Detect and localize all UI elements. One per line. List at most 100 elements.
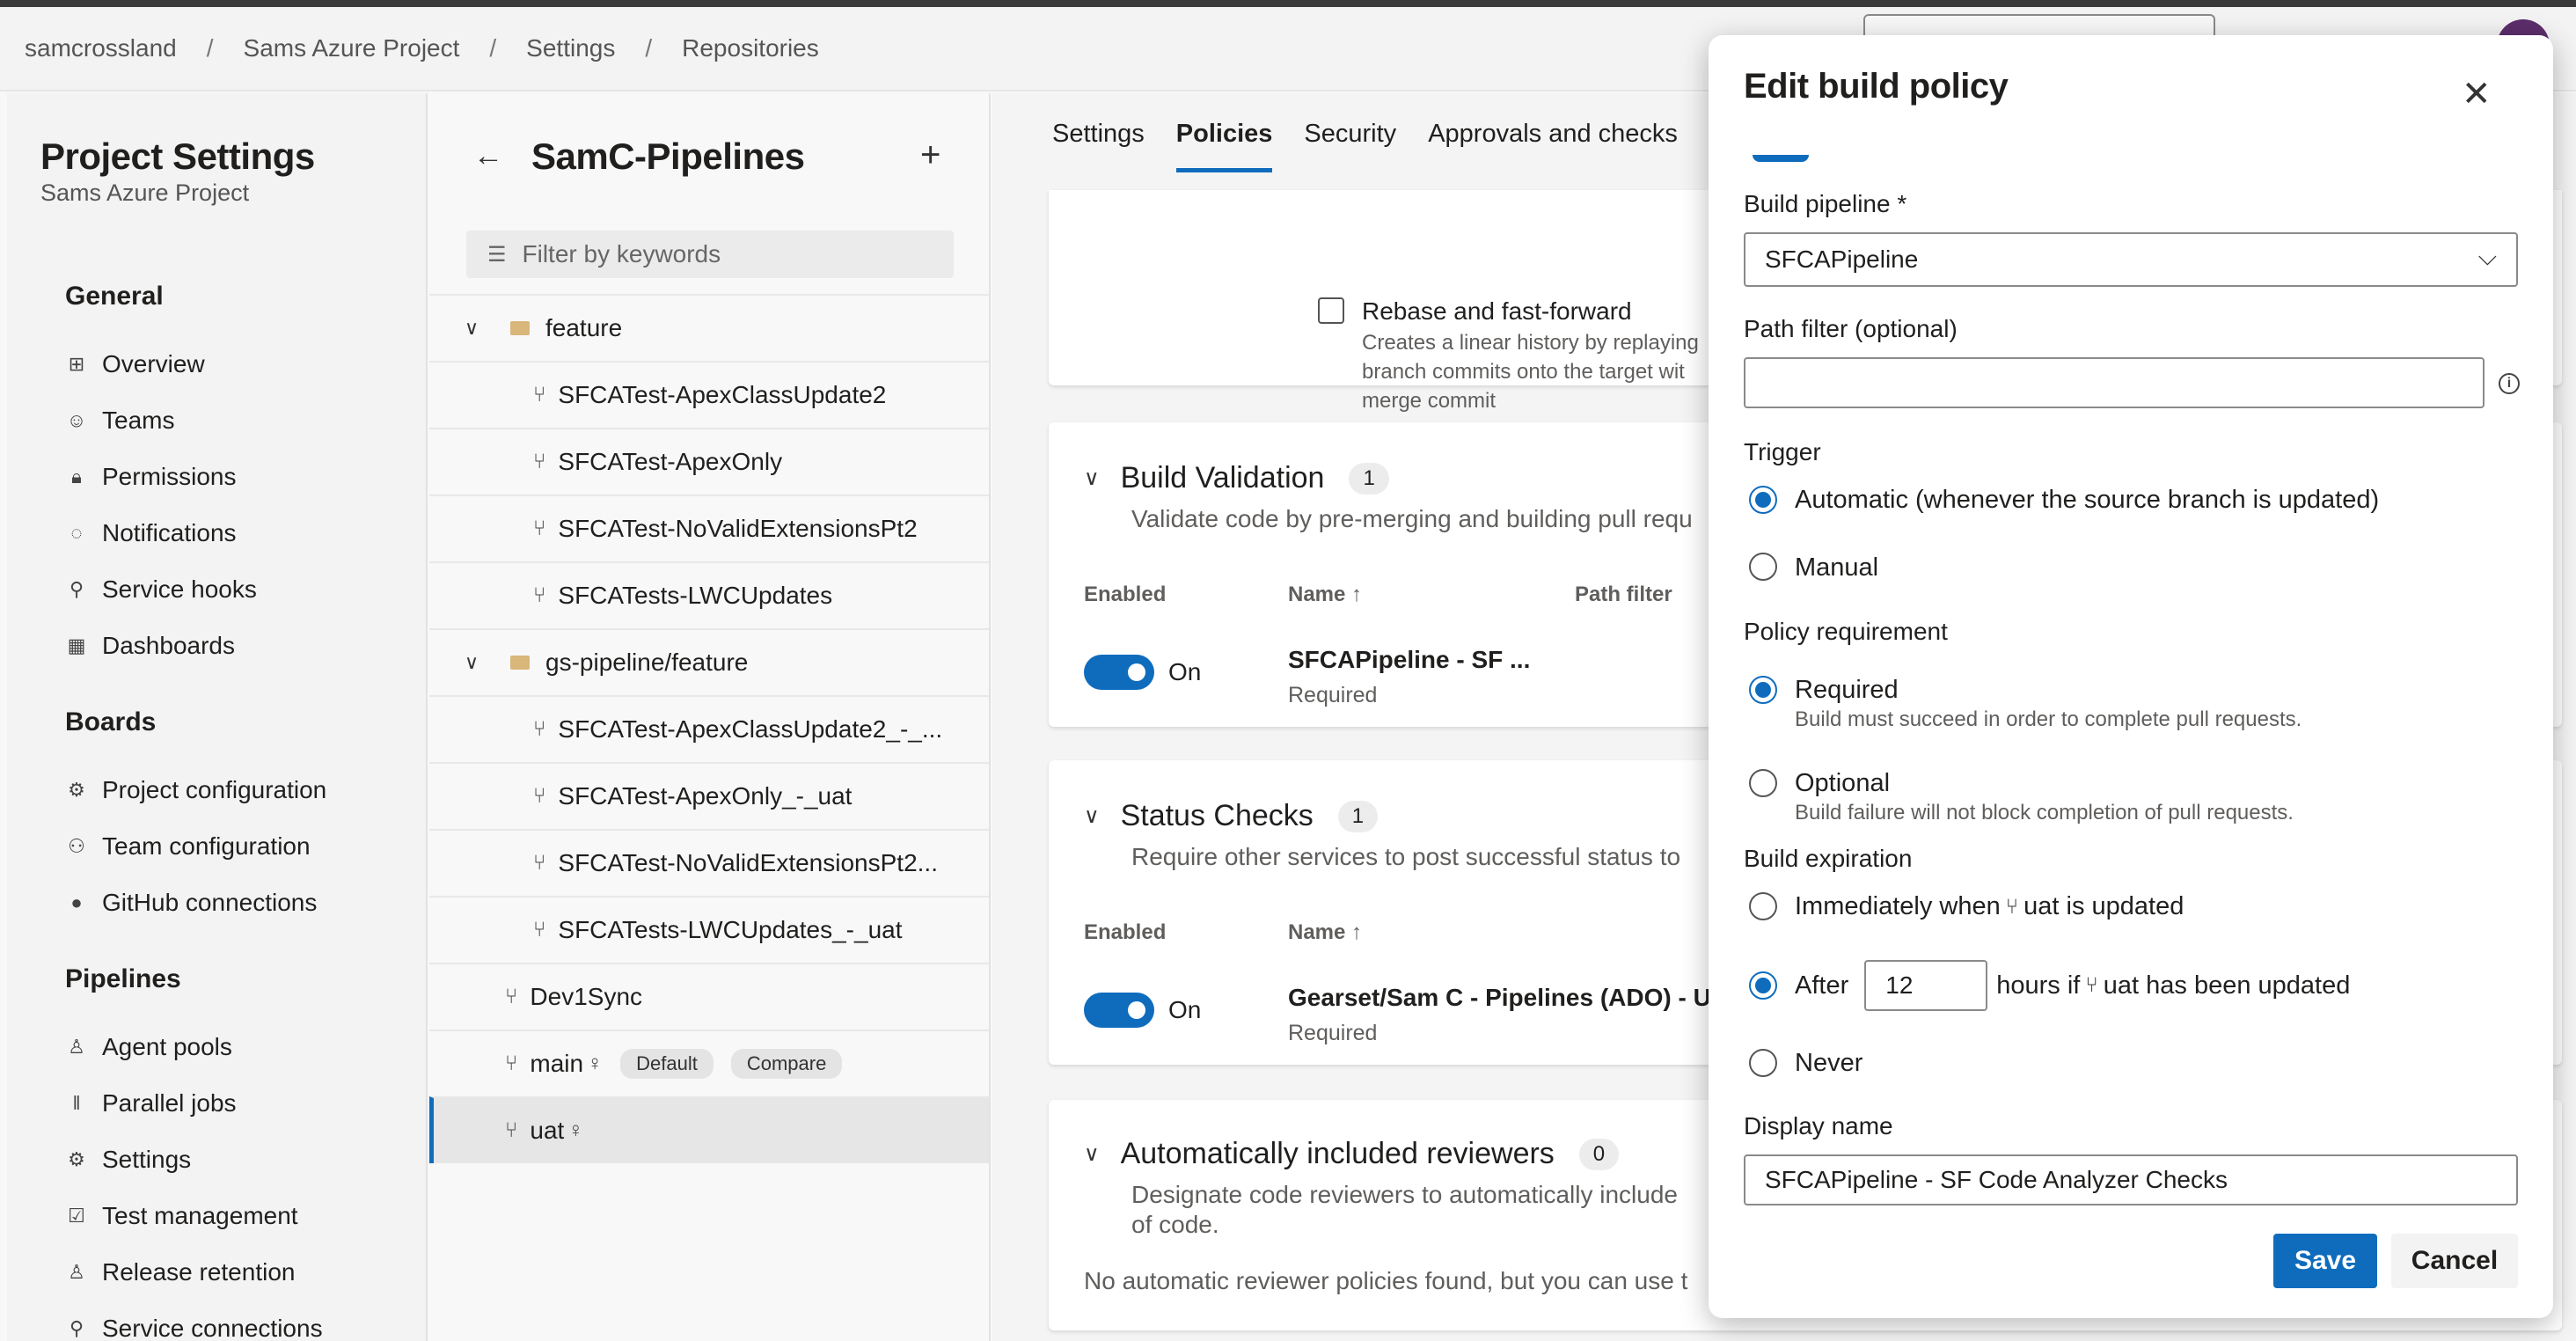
tree-folder-gs-pipeline[interactable]: ∨ gs-pipeline/feature [429,628,989,695]
trigger-manual-radio[interactable] [1749,553,1777,581]
nav-item-release-retention[interactable]: ♙ Release retention [65,1246,295,1299]
build-policy-name[interactable]: SFCAPipeline - SF ... [1288,646,1530,674]
expiration-immediately-label: Immediately when ⑂ uat is updated [1795,892,2184,920]
branch-icon: ⑂ [505,1118,518,1142]
plug-icon: ⚲ [69,578,84,600]
nav-item-project-configuration[interactable]: ⚙ Project configuration [65,764,326,817]
trigger-automatic-label: Automatic (whenever the source branch is… [1795,486,2380,514]
close-icon[interactable]: ✕ [2462,74,2492,114]
build-validation-desc: Validate code by pre-merging and buildin… [1131,505,1693,532]
chevron-down-icon: ∨ [465,317,479,339]
toggle-state: On [1168,658,1202,685]
expiration-never-label: Never [1795,1049,1863,1077]
tab-approvals[interactable]: Approvals and checks [1428,120,1678,172]
expiration-never-radio[interactable] [1749,1049,1777,1077]
tree-branch-main[interactable]: ⑂ main ♀ Default Compare [429,1030,989,1096]
col-name[interactable]: Name ↑ [1288,920,1362,945]
compare-tag[interactable]: Compare [730,1049,843,1079]
col-name[interactable]: Name ↑ [1288,583,1362,607]
display-name-input[interactable]: SFCAPipeline - SF Code Analyzer Checks [1744,1154,2518,1205]
rebase-checkbox[interactable] [1318,297,1344,324]
nav-item-agent-pools[interactable]: ♙ Agent pools [65,1021,232,1074]
reviewers-header[interactable]: ∨ Automatically included reviewers 0 [1084,1137,1620,1171]
breadcrumb-org[interactable]: samcrossland [25,34,177,62]
tree-branch-row[interactable]: ⑂ SFCATest-NoValidExtensionsPt2... [429,829,989,896]
config-icon: ⚙ [68,779,85,801]
repository-title: SamC-Pipelines [531,136,805,177]
build-pipeline-select[interactable]: SFCAPipeline ⌵ [1744,232,2518,287]
trigger-label: Trigger [1744,438,1821,465]
expiration-immediately-radio[interactable] [1749,892,1777,920]
reviewers-desc: Designate code reviewers to automaticall… [1131,1181,1678,1208]
tab-settings[interactable]: Settings [1052,120,1145,172]
tab-policies[interactable]: Policies [1175,120,1273,172]
save-button[interactable]: Save [2273,1234,2377,1288]
tree-branch-row[interactable]: ⑂ SFCATest-ApexClassUpdate2 [429,361,989,428]
nav-item-github-connections[interactable]: ● GitHub connections [65,876,317,929]
lock-icon: 🔒︎ [71,465,82,487]
nav-item-permissions[interactable]: 🔒︎ Permissions [65,451,236,503]
nav-item-test-management[interactable]: ☑ Test management [65,1190,297,1242]
chevron-down-icon: ∨ [1084,1142,1100,1166]
chevron-down-icon: ⌵ [2477,243,2497,270]
status-check-name[interactable]: Gearset/Sam C - Pipelines (ADO) - U [1288,984,1711,1012]
grid-icon: ⊞ [68,353,85,375]
branch-icon: ⑂ [505,1052,518,1075]
trigger-automatic-radio[interactable] [1749,486,1777,514]
filter-icon: ☰ [487,242,507,267]
add-branch-icon[interactable]: + [920,136,940,175]
rebase-label: Rebase and fast-forward [1362,297,1632,325]
tree-branch-uat[interactable]: ⑂ uat ♀ [429,1096,989,1163]
branch-icon: ⑂ [533,784,546,808]
info-icon[interactable]: i [2499,373,2520,394]
build-validation-header[interactable]: ∨ Build Validation 1 [1084,461,1389,495]
window-top-edge [0,0,2576,7]
nav-item-notifications[interactable]: ◌ Notifications [65,507,236,560]
col-path-filter: Path filter [1575,583,1672,606]
toggle-state: On [1168,996,1202,1023]
nav-item-team-configuration[interactable]: ⚇ Team configuration [65,820,310,873]
breadcrumb-project[interactable]: Sams Azure Project [244,34,460,62]
optional-radio[interactable] [1749,769,1777,797]
page-subtitle: Sams Azure Project [40,180,250,206]
tab-security[interactable]: Security [1304,120,1396,172]
edit-build-policy-panel: Edit build policy ✕ Build pipeline * SFC… [1709,35,2553,1318]
tree-branch-row[interactable]: ⑂ SFCATests-LWCUpdates [429,561,989,628]
tree-branch-dev1sync[interactable]: ⑂ Dev1Sync [429,963,989,1030]
nav-item-teams[interactable]: ☺ Teams [65,394,175,447]
status-checks-desc: Require other services to post successfu… [1131,843,1681,870]
nav-item-service-hooks[interactable]: ⚲ Service hooks [65,563,257,616]
build-policy-status: Required [1288,683,1378,707]
tree-branch-row[interactable]: ⑂ SFCATest-ApexOnly [429,428,989,495]
cancel-button[interactable]: Cancel [2391,1234,2518,1288]
required-radio[interactable] [1749,676,1777,704]
expiration-after-radio[interactable] [1749,971,1777,1000]
tree-branch-row[interactable]: ⑂ SFCATest-NoValidExtensionsPt2 [429,495,989,561]
status-check-toggle[interactable] [1084,993,1154,1028]
branch-icon: ⑂ [533,383,546,407]
count-badge: 1 [1337,800,1379,832]
breadcrumb-settings[interactable]: Settings [526,34,615,62]
path-filter-input[interactable] [1744,357,2485,408]
col-enabled: Enabled [1084,920,1167,944]
tree-branch-row[interactable]: ⑂ SFCATests-LWCUpdates_-_uat [429,896,989,963]
branch-icon: ⑂ [533,517,546,540]
nav-item-overview[interactable]: ⊞ Overview [65,338,205,391]
nav-item-parallel-jobs[interactable]: ‖ Parallel jobs [65,1077,236,1130]
panel-title: Edit build policy [1744,67,2009,106]
tree-branch-row[interactable]: ⑂ SFCATest-ApexClassUpdate2_-_... [429,695,989,762]
gear-icon: ⚙ [68,1148,85,1170]
status-checks-header[interactable]: ∨ Status Checks 1 [1084,799,1379,833]
build-policy-toggle[interactable] [1084,655,1154,690]
chevron-down-icon: ∨ [1084,466,1100,490]
hours-input[interactable]: 12 [1864,960,1988,1011]
nav-item-dashboards[interactable]: ▦ Dashboards [65,619,235,672]
branch-icon: ⑂ [533,583,546,607]
nav-item-service-connections[interactable]: ⚲ Service connections [65,1302,323,1341]
tree-branch-row[interactable]: ⑂ SFCATest-ApexOnly_-_uat [429,762,989,829]
back-arrow-icon[interactable]: ← [473,139,503,173]
filter-input[interactable]: ☰ Filter by keywords [466,231,954,278]
nav-item-settings[interactable]: ⚙ Settings [65,1133,191,1186]
tree-folder-feature[interactable]: ∨ feature [429,294,989,361]
breadcrumb-repositories[interactable]: Repositories [682,34,819,62]
